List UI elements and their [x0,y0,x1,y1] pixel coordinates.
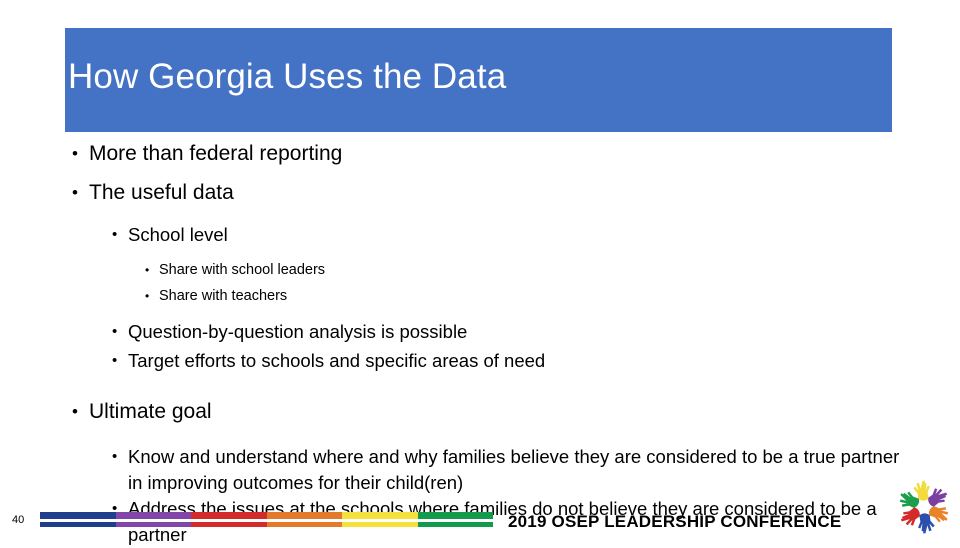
list-item: • Share with school leaders [145,257,960,283]
list-item: • Share with teachers [145,283,960,309]
color-bar-bottom [40,522,493,527]
list-item: • More than federal reporting [72,134,960,173]
color-segment-purple [115,522,191,527]
color-segment-navy [40,512,116,519]
list-item-label: Share with teachers [159,288,288,304]
list-item: • School level [112,220,960,249]
color-segment-purple [115,512,191,519]
bullet-icon: • [112,352,118,369]
bullet-icon: • [72,183,78,202]
color-segment-yellow [342,522,418,527]
page-title: How Georgia Uses the Data [68,57,507,96]
decorative-color-bar [40,512,493,527]
bullet-icon: • [145,289,150,303]
list-item-label: Ultimate goal [89,400,212,423]
color-bar-top [40,512,493,519]
bullet-icon: • [112,448,118,465]
color-segment-navy [40,522,116,527]
list-item-label: Know and understand where and why famili… [128,446,900,493]
list-item: • Know and understand where and why fami… [112,444,902,496]
list-item-label: School level [128,224,228,245]
list-item: • The useful data [72,173,960,212]
bullet-icon: • [112,323,118,340]
color-segment-red [191,522,267,527]
conference-title: 2019 OSEP LEADERSHIP CONFERENCE [508,512,842,531]
list-item-label: The useful data [89,181,234,204]
slide-footer: 40 2019 OSEP LEADERSHIP CONFERENCE [0,505,960,540]
bullet-icon: • [72,144,78,163]
list-item: • Target efforts to schools and specific… [112,346,960,375]
slide-body: • More than federal reporting • The usef… [0,134,960,548]
color-segment-orange [266,512,342,519]
bullet-icon: • [112,226,118,243]
osep-hands-pinwheel-logo [893,478,955,536]
bullet-icon: • [145,263,150,277]
slide-canvas: How Georgia Uses the Data • More than fe… [0,0,960,545]
color-segment-green [417,512,493,519]
list-item: • Ultimate goal [72,392,960,431]
list-item: • Question-by-question analysis is possi… [112,317,960,346]
bullet-icon: • [72,402,78,421]
list-item-label: Share with school leaders [159,262,326,278]
title-banner: How Georgia Uses the Data [65,28,892,132]
color-segment-green [417,522,493,527]
list-item-label: Question-by-question analysis is possibl… [128,321,468,342]
list-item-label: Target efforts to schools and specific a… [128,350,546,371]
color-segment-orange [266,522,342,527]
color-segment-yellow [342,512,418,519]
slide-number: 40 [12,514,25,526]
color-segment-red [191,512,267,519]
list-item-label: More than federal reporting [89,142,343,165]
